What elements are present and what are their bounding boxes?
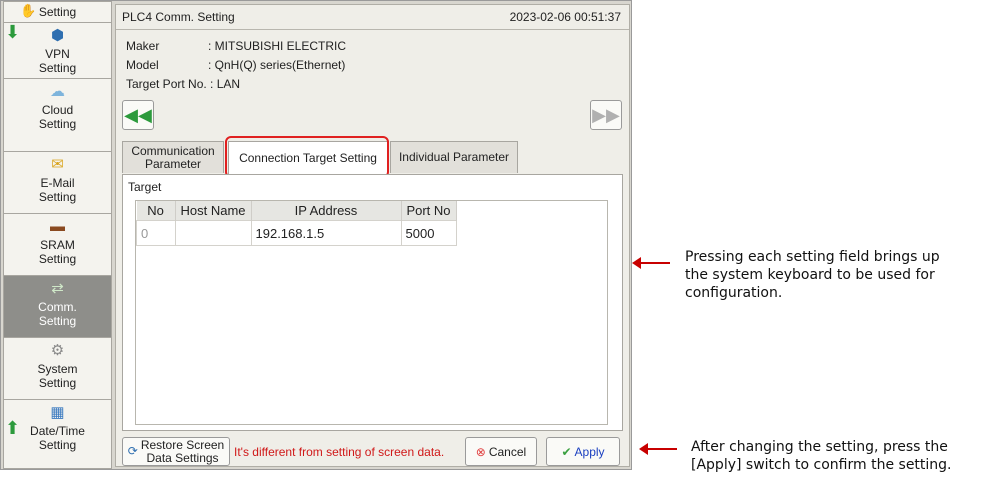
sidebar-item-label: E-Mail Setting xyxy=(38,176,77,204)
cancel-icon: ⊗ xyxy=(475,444,486,459)
warning-message: It's different from setting of screen da… xyxy=(234,445,445,459)
maker-value: : MITSUBISHI ELECTRIC xyxy=(208,39,347,53)
sidebar-item-cloud[interactable]: ☁ Cloud Setting xyxy=(3,78,112,152)
model-label: Model xyxy=(126,58,159,72)
tab-label: Individual Parameter xyxy=(398,150,510,164)
cell-no: 0 xyxy=(136,220,176,246)
sidebar-item-comm[interactable]: ⇄ Comm. Setting xyxy=(3,275,112,338)
sidebar: ✋ Setting ⬢ VPN Setting ☁ Cloud Setting … xyxy=(3,1,112,469)
tab-content: Target No Host Name IP Address Port No 0 xyxy=(122,174,623,431)
table-row[interactable]: 0 192.168.1.5 5000 xyxy=(136,220,457,246)
callout-arrow xyxy=(639,443,677,455)
bottom-bar: ⟳ Restore Screen Data Settings It's diff… xyxy=(122,437,623,466)
sidebar-item-sram[interactable]: ▬ SRAM Setting xyxy=(3,213,112,276)
datetime: 2023-02-06 00:51:37 xyxy=(509,10,621,24)
restore-screen-data-button[interactable]: ⟳ Restore Screen Data Settings xyxy=(122,437,230,466)
restore-label: Restore Screen Data Settings xyxy=(140,437,225,465)
maker-row: Maker : MITSUBISHI ELECTRIC xyxy=(126,39,346,53)
comm-icon: ⇄ xyxy=(51,280,64,297)
sidebar-item-system[interactable]: ⚙ System Setting xyxy=(3,337,112,400)
column-header-port-no: Port No xyxy=(401,201,457,221)
sidebar-item-label: System Setting xyxy=(37,362,78,390)
model-value: : QnH(Q) series(Ethernet) xyxy=(208,58,346,72)
table-header-row: No Host Name IP Address Port No xyxy=(136,201,457,221)
column-header-no: No xyxy=(136,201,176,221)
double-left-arrow-icon: ◀◀ xyxy=(124,105,152,125)
sidebar-item-label: VPN Setting xyxy=(38,47,77,75)
refresh-icon: ⟳ xyxy=(127,444,138,458)
title-bar: PLC4 Comm. Setting 2023-02-06 00:51:37 xyxy=(116,5,629,30)
next-button[interactable]: ▶▶ xyxy=(590,100,622,130)
page-title: PLC4 Comm. Setting xyxy=(122,10,235,24)
sram-icon: ▬ xyxy=(50,218,65,235)
port-label: Target Port No. : xyxy=(126,77,214,91)
main-panel: PLC4 Comm. Setting 2023-02-06 00:51:37 M… xyxy=(115,4,630,467)
callout-arrow xyxy=(632,257,670,269)
cell-ip-address[interactable]: 192.168.1.5 xyxy=(250,220,402,246)
callout-keyboard: Pressing each setting field brings up th… xyxy=(685,249,940,301)
column-header-ip-address: IP Address xyxy=(251,201,402,221)
device-screen: ✋ Setting ⬢ VPN Setting ☁ Cloud Setting … xyxy=(0,0,632,470)
sidebar-item-setting[interactable]: ✋ Setting xyxy=(3,1,112,23)
double-right-arrow-icon: ▶▶ xyxy=(592,105,620,125)
tab-individual-parameter[interactable]: Individual Parameter xyxy=(390,141,518,173)
sidebar-item-email[interactable]: ✉ E-Mail Setting xyxy=(3,151,112,214)
maker-label: Maker xyxy=(126,39,160,53)
apply-button[interactable]: ✔ Apply xyxy=(546,437,620,466)
gear-icon: ⚙ xyxy=(50,342,65,359)
callout-apply: After changing the setting, press the [A… xyxy=(691,439,952,473)
cell-port-no[interactable]: 5000 xyxy=(400,220,457,246)
tab-communication-parameter[interactable]: Communication Parameter xyxy=(122,141,224,173)
sidebar-item-label: SRAM Setting xyxy=(38,238,77,266)
column-header-host-name: Host Name xyxy=(175,201,252,221)
prev-button[interactable]: ◀◀ xyxy=(122,100,154,130)
scroll-up-icon[interactable]: ⬆ xyxy=(5,419,20,437)
scroll-down-icon[interactable]: ⬇ xyxy=(5,23,20,41)
highlight-box xyxy=(225,136,389,178)
cancel-button[interactable]: ⊗ Cancel xyxy=(465,437,537,466)
hand-icon: ✋ xyxy=(20,3,37,18)
port-value: LAN xyxy=(216,77,241,91)
sidebar-item-label: Comm. Setting xyxy=(38,300,77,328)
check-icon: ✔ xyxy=(561,444,572,459)
model-row: Model : QnH(Q) series(Ethernet) xyxy=(126,58,345,72)
tab-label: Communication Parameter xyxy=(131,143,215,171)
target-table: No Host Name IP Address Port No 0 192.16… xyxy=(135,200,608,425)
apply-label: Apply xyxy=(574,444,605,459)
port-row: Target Port No. : LAN xyxy=(126,77,240,91)
sidebar-item-label: Date/Time Setting xyxy=(30,424,85,452)
target-label: Target xyxy=(128,180,162,194)
cancel-label: Cancel xyxy=(488,444,527,459)
sidebar-item-label: Cloud Setting xyxy=(38,103,77,131)
cloud-icon: ☁ xyxy=(50,83,65,100)
mail-icon: ✉ xyxy=(51,156,64,173)
cell-host-name[interactable] xyxy=(174,220,252,246)
